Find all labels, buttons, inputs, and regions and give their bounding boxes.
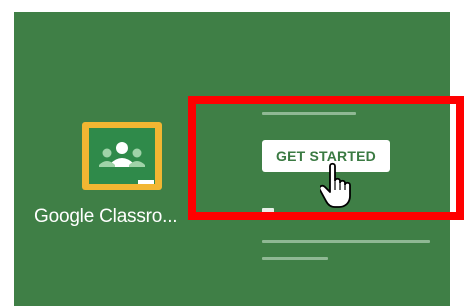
logo-people-icon — [99, 142, 145, 167]
placeholder-line — [262, 208, 274, 214]
placeholder-line — [262, 257, 328, 260]
brand-name: Google Classro... — [34, 206, 178, 227]
logo-board-stand — [138, 180, 154, 184]
hand-pointer-cursor-icon — [320, 162, 351, 208]
google-classroom-logo-icon — [82, 122, 162, 190]
placeholder-line — [262, 112, 356, 115]
screenshot-frame: Google Classro... GET STARTED — [0, 0, 464, 306]
logo-board — [89, 128, 155, 184]
placeholder-line — [262, 240, 430, 243]
